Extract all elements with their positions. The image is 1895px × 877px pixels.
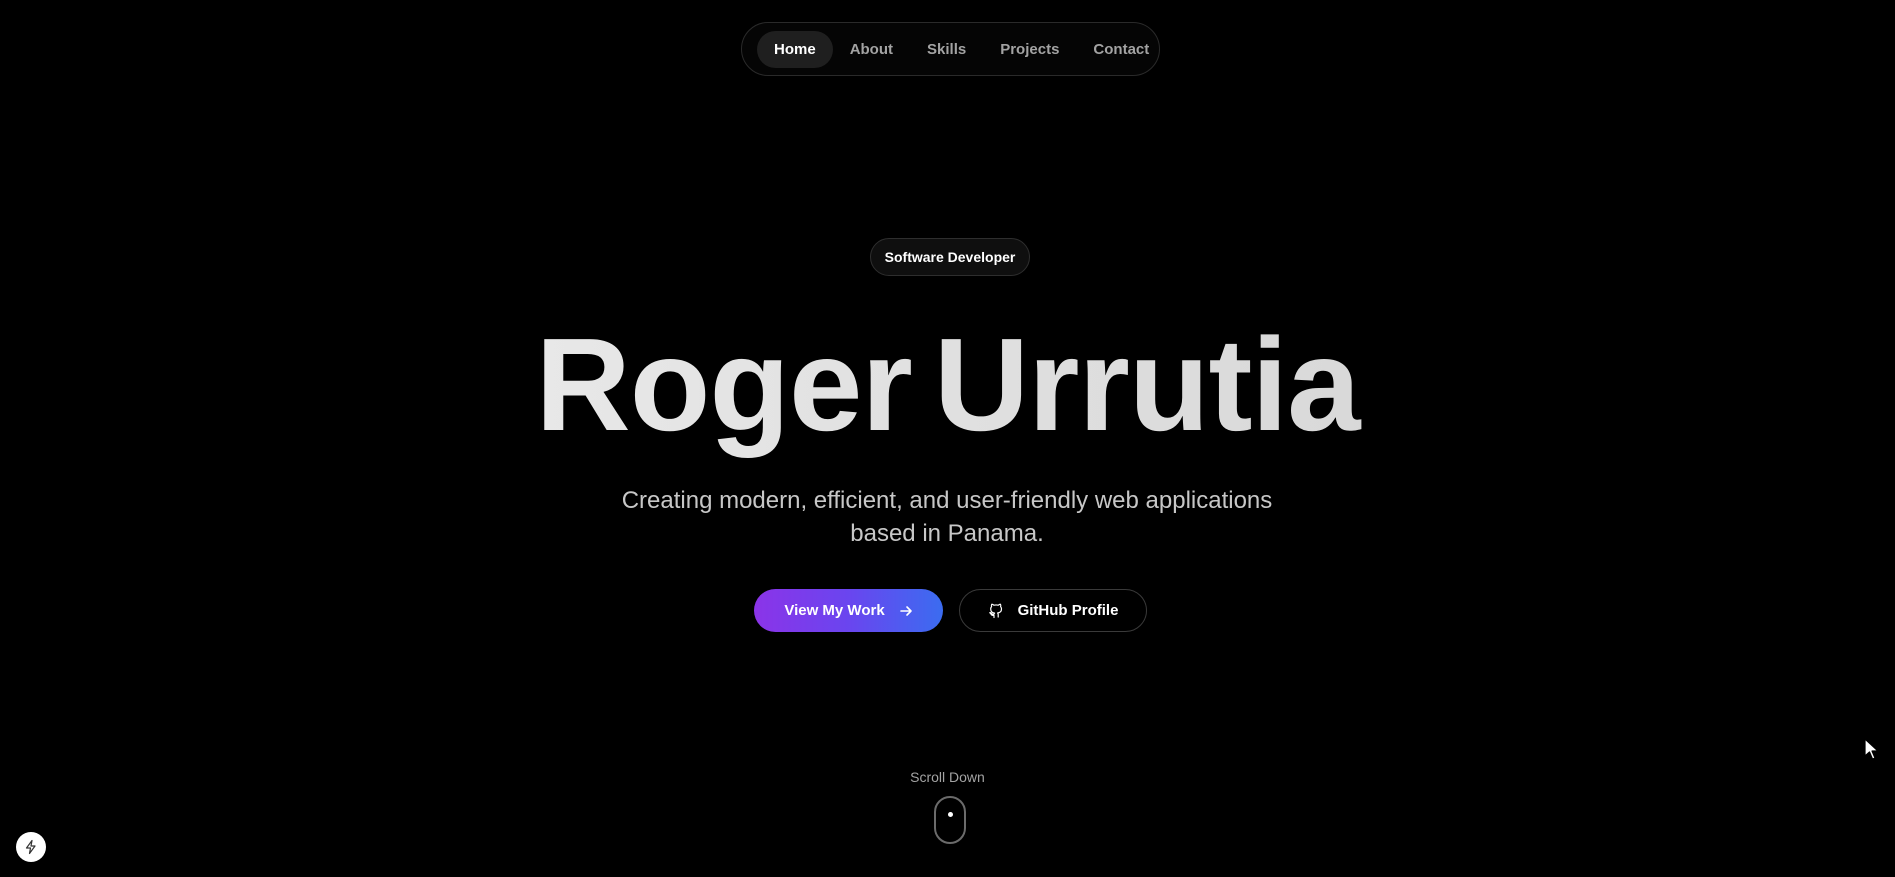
portfolio-page: Home About Skills Projects Contact Softw…	[0, 0, 1895, 877]
nav-item-contact[interactable]: Contact	[1076, 31, 1166, 68]
mouse-pointer-icon	[1864, 738, 1880, 765]
mouse-icon[interactable]	[934, 796, 966, 844]
tagline-line-2: based in Panama.	[850, 520, 1044, 547]
tagline-line-1: Creating modern, efficient, and user-fri…	[621, 487, 1273, 514]
github-icon	[988, 603, 1004, 619]
github-profile-label: GitHub Profile	[1017, 602, 1119, 619]
hero-tagline: Creating modern, efficient, and user-fri…	[547, 484, 1347, 550]
nav-item-about[interactable]: About	[833, 31, 910, 68]
hero-name: Roger Urrutia	[0, 310, 1895, 460]
scroll-down-label: Scroll Down	[910, 769, 985, 785]
mouse-wheel-dot	[948, 812, 953, 817]
hero-first-name: Roger	[535, 311, 912, 458]
hero-last-name: Urrutia	[933, 311, 1360, 458]
nav-item-home[interactable]: Home	[757, 30, 833, 68]
view-my-work-label: View My Work	[784, 602, 885, 619]
bolt-icon[interactable]	[16, 832, 46, 862]
github-profile-button[interactable]: GitHub Profile	[959, 589, 1147, 632]
nav-item-skills[interactable]: Skills	[910, 31, 983, 68]
main-nav: Home About Skills Projects Contact	[741, 22, 1160, 76]
nav-item-projects[interactable]: Projects	[983, 31, 1076, 68]
arrow-right-icon	[899, 604, 913, 618]
view-my-work-button[interactable]: View My Work	[754, 589, 943, 632]
role-badge: Software Developer	[870, 238, 1030, 276]
